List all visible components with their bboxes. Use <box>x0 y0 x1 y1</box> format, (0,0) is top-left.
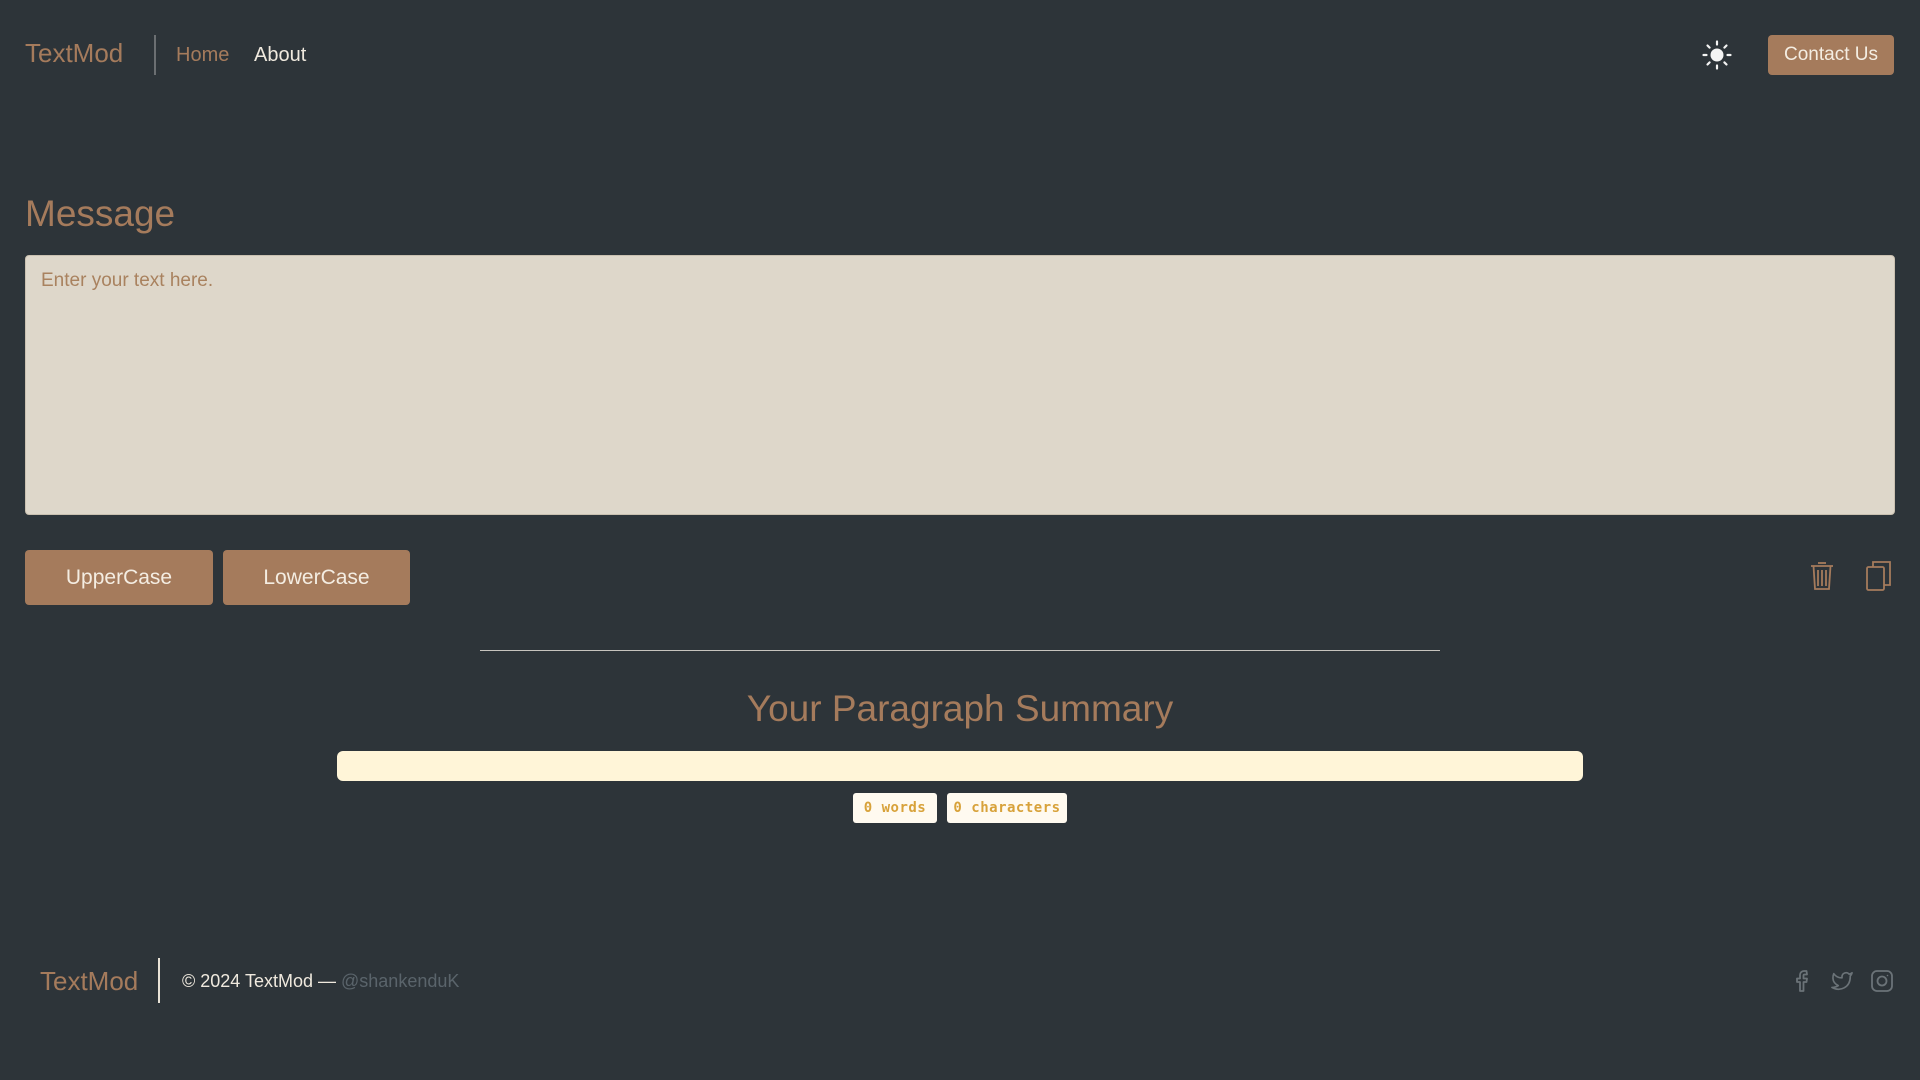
summary-preview <box>337 751 1583 781</box>
copyright-text: © 2024 TextMod — <box>182 971 342 991</box>
copy-icon <box>1866 561 1891 591</box>
facebook-icon <box>1796 970 1808 992</box>
sun-icon <box>1702 40 1732 70</box>
footer-copyright: © 2024 TextMod — @shankenduK <box>182 971 459 992</box>
nav-divider <box>154 35 156 75</box>
lowercase-button[interactable]: LowerCase <box>223 550 410 605</box>
nav-link-about[interactable]: About <box>254 44 306 67</box>
trash-icon <box>1811 562 1833 590</box>
twitter-link[interactable] <box>1829 968 1855 994</box>
word-count-badge: 0 words <box>853 793 937 823</box>
twitter-icon <box>1831 971 1853 991</box>
navbar: TextMod Home About Contact Us <box>0 0 1920 110</box>
summary-heading: Your Paragraph Summary <box>746 688 1174 729</box>
character-count-badge: 0 characters <box>947 793 1067 823</box>
message-heading: Message <box>25 193 176 234</box>
contact-us-button[interactable]: Contact Us <box>1768 35 1894 75</box>
instagram-icon <box>1871 970 1893 992</box>
footer-divider <box>158 958 160 1003</box>
section-divider <box>480 650 1440 651</box>
instagram-link[interactable] <box>1869 968 1895 994</box>
uppercase-button[interactable]: UpperCase <box>25 550 213 605</box>
message-textarea[interactable] <box>25 255 1895 515</box>
nav-link-home[interactable]: Home <box>176 44 229 67</box>
author-handle-link[interactable]: @shankenduK <box>341 971 459 991</box>
theme-toggle-button[interactable] <box>1700 38 1734 72</box>
copy-text-button[interactable] <box>1862 558 1896 594</box>
brand-logo[interactable]: TextMod <box>25 38 123 69</box>
facebook-link[interactable] <box>1790 968 1816 994</box>
footer-brand-logo[interactable]: TextMod <box>40 966 138 997</box>
clear-text-button[interactable] <box>1805 558 1839 594</box>
